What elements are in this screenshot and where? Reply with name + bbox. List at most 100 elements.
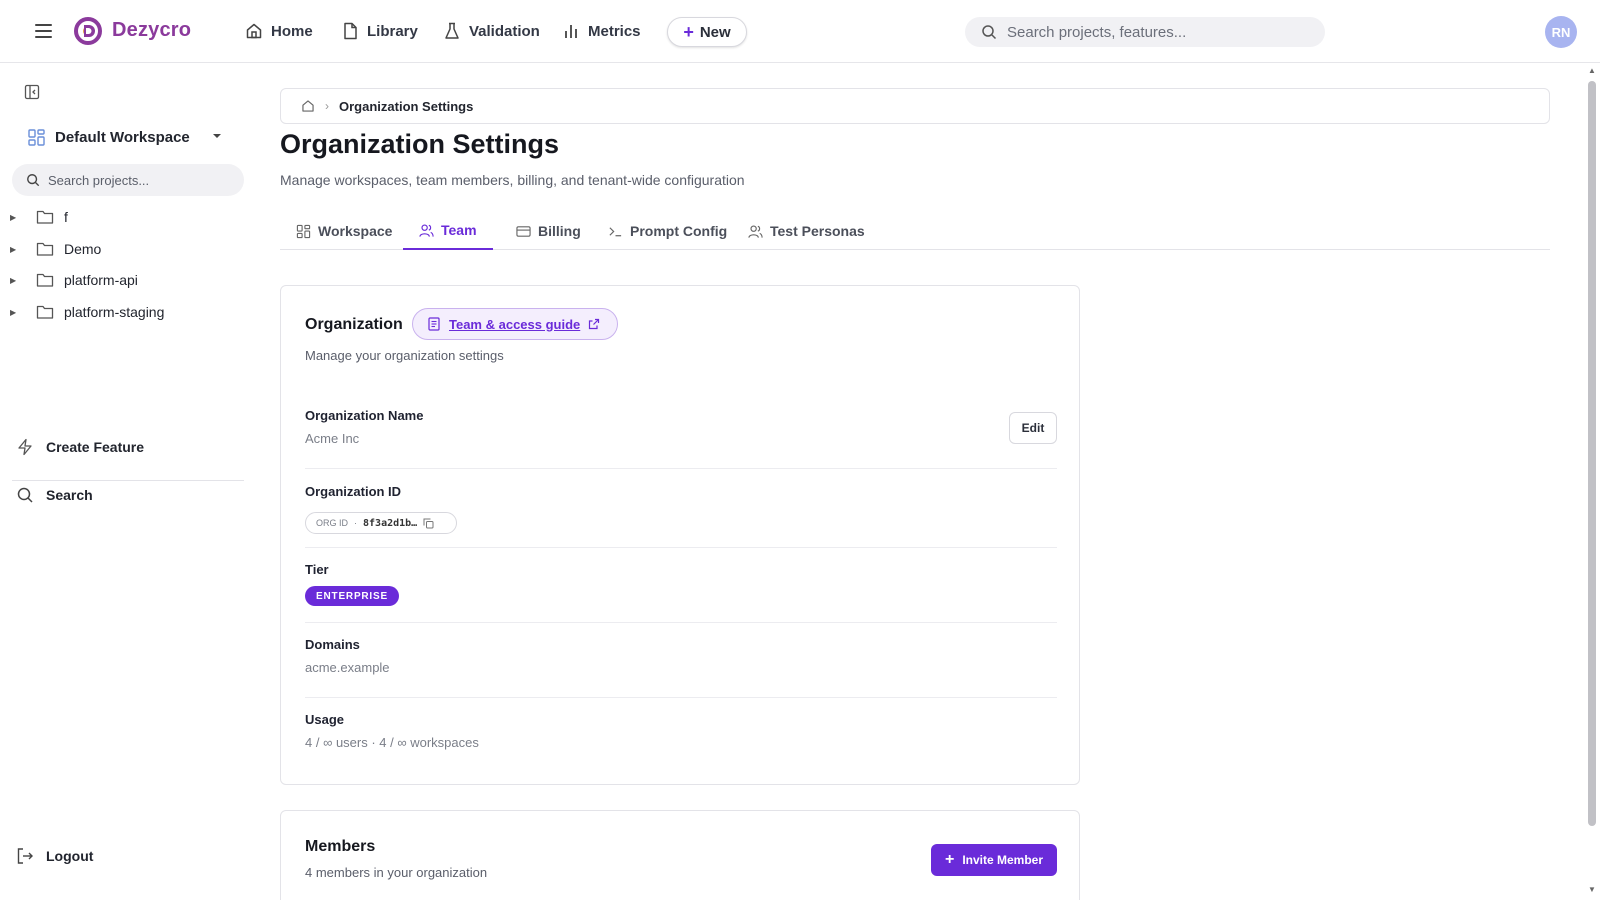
tree-item-demo[interactable]: ▶ Demo [10, 238, 101, 260]
org-id-chip[interactable]: ORG ID · 8f3a2d1b… [305, 512, 457, 534]
invite-member-button[interactable]: + Invite Member [931, 844, 1057, 876]
tab-label: Workspace [318, 223, 393, 239]
field-divider [305, 697, 1057, 698]
search-icon [27, 174, 40, 187]
logout-icon [17, 848, 33, 864]
team-access-guide-link[interactable]: Team & access guide [412, 308, 618, 340]
document-icon [344, 22, 357, 40]
tab-billing[interactable]: Billing [500, 212, 597, 250]
tab-label: Billing [538, 223, 581, 239]
tree-item-label: f [64, 209, 68, 225]
home-icon[interactable] [301, 99, 315, 113]
logout-button[interactable]: Logout [16, 847, 93, 865]
field-divider [305, 622, 1057, 623]
tab-label: Team [441, 222, 477, 238]
tab-label: Prompt Config [630, 223, 728, 239]
usage-value: 4 / ∞ users · 4 / ∞ workspaces [305, 735, 479, 750]
sidebar-search[interactable] [12, 164, 244, 196]
field-divider [305, 468, 1057, 469]
nav-validation-label: Validation [469, 22, 540, 40]
sidebar-search-input[interactable] [48, 172, 228, 188]
sidebar: Default Workspace ▶ f ▶ Demo ▶ platform-… [0, 63, 255, 900]
plus-icon: + [944, 851, 955, 868]
tab-team[interactable]: Team [403, 212, 493, 250]
scroll-down-icon[interactable]: ▼ [1588, 885, 1596, 894]
guide-label: Team & access guide [449, 316, 581, 332]
external-link-icon [589, 318, 600, 330]
usage-label: Usage [305, 712, 345, 727]
terminal-icon [609, 226, 622, 236]
org-name-label: Organization Name [305, 408, 424, 423]
tree-item-platform-api[interactable]: ▶ platform-api [10, 269, 138, 291]
global-search-input[interactable] [1007, 23, 1307, 41]
settings-tabs: Workspace Team Billing Prompt Config Tes… [280, 212, 1550, 250]
guide-document-icon [428, 317, 440, 331]
edit-org-name-button[interactable]: Edit [1009, 412, 1057, 444]
expand-arrow-icon[interactable]: ▶ [10, 213, 24, 222]
invite-member-label: Invite Member [962, 853, 1044, 867]
hamburger-menu-icon[interactable] [34, 22, 54, 40]
chevron-right-icon: › [325, 99, 329, 113]
nav-library[interactable]: Library [341, 22, 418, 40]
organization-card-subtitle: Manage your organization settings [305, 348, 504, 363]
lightning-icon [18, 438, 32, 456]
user-avatar[interactable]: RN [1545, 16, 1577, 48]
nav-home[interactable]: Home [245, 22, 313, 40]
tree-item-label: Demo [64, 241, 102, 257]
tab-test-personas[interactable]: Test Personas [732, 212, 881, 250]
domains-value: acme.example [305, 660, 390, 675]
org-id-value: 8f3a2d1b… [363, 517, 418, 529]
create-feature-label: Create Feature [46, 439, 145, 455]
org-id-label: Organization ID [305, 484, 402, 499]
expand-arrow-icon[interactable]: ▶ [10, 245, 24, 254]
brand-logo-icon[interactable] [74, 17, 102, 45]
tree-item-platform-staging[interactable]: ▶ platform-staging [10, 301, 164, 323]
page-scrollbar[interactable]: ▲ ▼ [1584, 63, 1600, 900]
org-id-chip-separator: · [354, 518, 358, 528]
nav-library-label: Library [367, 22, 418, 40]
search-icon [17, 487, 33, 503]
expand-arrow-icon[interactable]: ▶ [10, 308, 24, 317]
bar-chart-icon [565, 25, 577, 38]
page-title: Organization Settings [280, 129, 560, 159]
home-icon [246, 23, 262, 39]
users-icon [419, 224, 434, 237]
global-search[interactable] [965, 17, 1325, 47]
expand-arrow-icon[interactable]: ▶ [10, 276, 24, 285]
org-id-chip-prefix: ORG ID [316, 518, 349, 528]
nav-home-label: Home [271, 22, 313, 40]
grid-icon [296, 224, 311, 238]
plus-icon: + [683, 22, 694, 42]
sidebar-search-button[interactable]: Search [16, 486, 93, 504]
tier-badge: ENTERPRISE [305, 586, 399, 606]
logout-label: Logout [46, 848, 94, 864]
tab-workspace[interactable]: Workspace [280, 212, 408, 250]
chevron-down-icon [213, 134, 221, 138]
scroll-up-icon[interactable]: ▲ [1588, 66, 1596, 75]
domains-label: Domains [305, 637, 360, 652]
top-bar: Dezycro Home Library Validation Metrics … [0, 0, 1600, 63]
new-button[interactable]: + New [667, 17, 747, 47]
members-card: Members 4 members in your organization +… [280, 810, 1080, 900]
folder-icon [36, 242, 54, 256]
folder-icon [36, 305, 54, 319]
organization-card: Organization Team & access guide Manage … [280, 285, 1080, 785]
copy-icon[interactable] [423, 518, 434, 529]
org-name-value: Acme Inc [305, 431, 360, 446]
create-feature-button[interactable]: Create Feature [16, 438, 144, 456]
brand-name[interactable]: Dezycro [112, 19, 191, 42]
new-button-label: New [699, 23, 731, 41]
tab-prompt-config[interactable]: Prompt Config [592, 212, 743, 250]
collapse-sidebar-icon[interactable] [24, 84, 40, 100]
breadcrumb: › Organization Settings [280, 88, 1550, 124]
workspace-selector[interactable]: Default Workspace [28, 125, 228, 149]
nav-validation[interactable]: Validation [443, 22, 540, 40]
credit-card-icon [516, 225, 531, 237]
nav-metrics[interactable]: Metrics [562, 22, 641, 40]
members-card-title: Members [305, 838, 376, 855]
members-card-subtitle: 4 members in your organization [305, 865, 488, 880]
scroll-thumb[interactable] [1588, 81, 1596, 826]
workspace-name: Default Workspace [55, 128, 190, 146]
tree-item-f[interactable]: ▶ f [10, 206, 68, 228]
folder-icon [36, 273, 54, 287]
